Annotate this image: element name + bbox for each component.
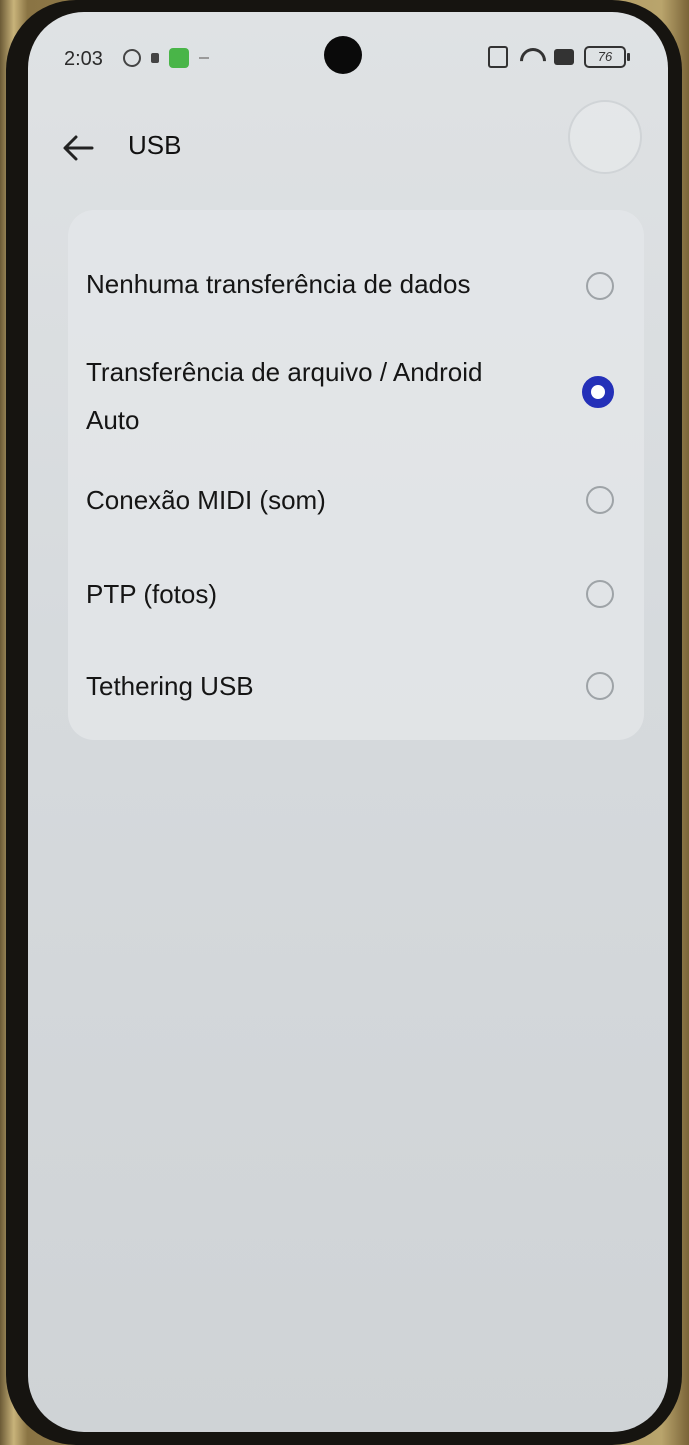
- phone-frame: 2:03 76 USB Nenhuma transferência de dad…: [6, 0, 682, 1445]
- radio-button[interactable]: [586, 672, 614, 700]
- option-label: Nenhuma transferência de dados: [86, 269, 471, 299]
- status-bar: 2:03 76: [28, 12, 668, 92]
- nfc-icon: [488, 46, 508, 68]
- sim-icon: [554, 49, 574, 65]
- front-camera: [324, 36, 362, 74]
- option-no-data-transfer[interactable]: Nenhuma transferência de dados: [68, 256, 644, 316]
- option-ptp[interactable]: PTP (fotos): [68, 566, 644, 626]
- more-notifications-icon: [199, 57, 209, 59]
- wifi-icon: [518, 48, 544, 66]
- option-midi[interactable]: Conexão MIDI (som): [68, 472, 644, 532]
- radio-button[interactable]: [586, 272, 614, 300]
- usb-options-list: Nenhuma transferência de dados Transferê…: [68, 210, 644, 740]
- option-label: Tethering USB: [86, 671, 254, 701]
- option-label: Transferência de arquivo / Android Auto: [86, 357, 483, 435]
- status-time: 2:03: [64, 48, 103, 70]
- app-notification-icon: [169, 48, 189, 68]
- option-label: Conexão MIDI (som): [86, 485, 326, 515]
- option-usb-tethering[interactable]: Tethering USB: [68, 658, 644, 718]
- status-left-icons: [123, 48, 209, 68]
- radio-button[interactable]: [586, 486, 614, 514]
- screen: 2:03 76 USB Nenhuma transferência de dad…: [28, 12, 668, 1432]
- arrow-left-icon: [63, 135, 94, 161]
- floating-assistive-button[interactable]: [568, 100, 642, 174]
- notification-icon: [151, 53, 159, 63]
- back-button[interactable]: [58, 126, 102, 170]
- location-icon: [123, 49, 141, 67]
- page-title: USB: [128, 130, 182, 160]
- option-file-transfer-android-auto[interactable]: Transferência de arquivo / Android Auto: [68, 344, 644, 444]
- radio-button[interactable]: [586, 580, 614, 608]
- option-label: PTP (fotos): [86, 579, 218, 609]
- status-right-icons: 76: [488, 46, 630, 68]
- battery-icon: 76: [584, 46, 630, 68]
- radio-button-selected[interactable]: [582, 376, 614, 408]
